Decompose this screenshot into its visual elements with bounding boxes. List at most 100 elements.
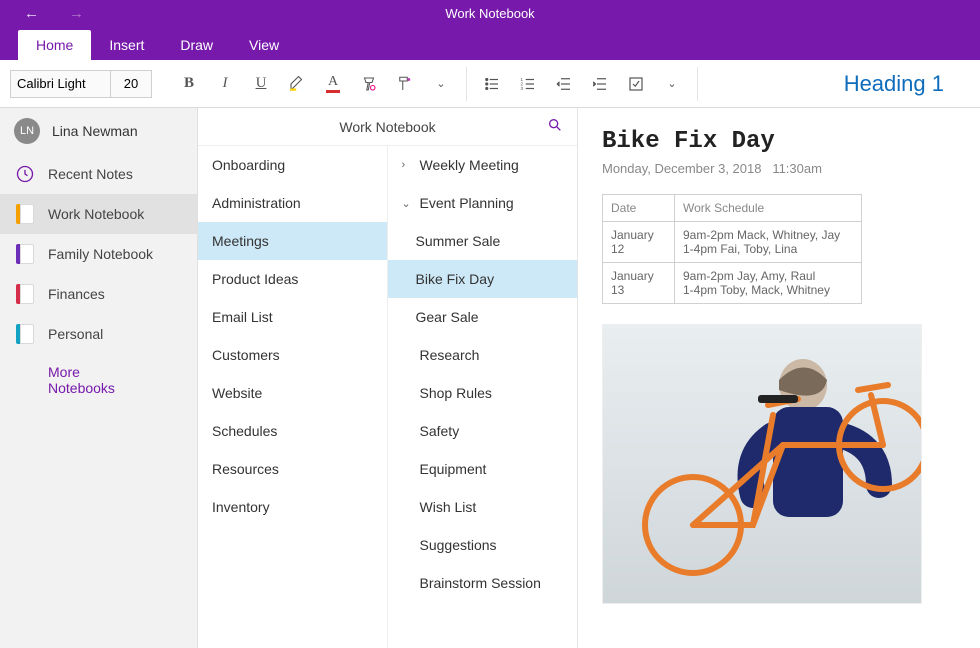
tab-draw[interactable]: Draw (162, 30, 231, 60)
page-item[interactable]: Wish List (388, 488, 578, 526)
underline-button[interactable]: U (250, 73, 272, 95)
sections-panel: Work Notebook Onboarding Administration Me… (198, 108, 578, 648)
notebook-icon (14, 323, 36, 345)
ribbon-tabs: Home Insert Draw View (0, 26, 980, 60)
embedded-image[interactable] (602, 324, 922, 604)
page-item[interactable]: › Weekly Meeting (388, 146, 578, 184)
section-label: Inventory (212, 499, 270, 515)
page-label: Wish List (420, 499, 477, 515)
table-header: Work Schedule (675, 195, 862, 222)
forward-arrow-icon[interactable]: → (69, 5, 84, 22)
section-item[interactable]: Website (198, 374, 387, 412)
notebook-family[interactable]: Family Notebook (0, 234, 197, 274)
numbered-list-button[interactable]: 123 (517, 73, 539, 95)
table-header: Date (603, 195, 675, 222)
section-label: Schedules (212, 423, 277, 439)
chevron-right-icon[interactable]: › (402, 159, 414, 171)
chevron-down-icon[interactable]: ⌄ (402, 197, 414, 210)
decrease-indent-button[interactable] (553, 73, 575, 95)
page-label: Bike Fix Day (416, 271, 495, 287)
page-label: Brainstorm Session (420, 575, 541, 591)
svg-text:3: 3 (521, 86, 524, 91)
page-label: Gear Sale (416, 309, 479, 325)
bold-button[interactable]: B (178, 73, 200, 95)
page-item[interactable]: Shop Rules (388, 374, 578, 412)
clear-formatting-button[interactable] (358, 73, 380, 95)
section-item[interactable]: Product Ideas (198, 260, 387, 298)
page-label: Shop Rules (420, 385, 492, 401)
style-heading-preview[interactable]: Heading 1 (830, 71, 958, 97)
section-item[interactable]: Administration (198, 184, 387, 222)
home-toolbar: B I U A ⌄ 123 ⌄ Headin (0, 60, 980, 108)
section-item[interactable]: Meetings (198, 222, 387, 260)
recent-notes-label: Recent Notes (48, 166, 133, 182)
page-item[interactable]: Bike Fix Day (388, 260, 578, 298)
page-canvas[interactable]: Bike Fix Day Monday, December 3, 2018 11… (578, 108, 980, 648)
section-label: Onboarding (212, 157, 285, 173)
section-label: Website (212, 385, 262, 401)
todo-tag-button[interactable] (625, 73, 647, 95)
page-label: Safety (420, 423, 460, 439)
notebook-icon (14, 283, 36, 305)
notebook-icon (14, 243, 36, 265)
section-item[interactable]: Onboarding (198, 146, 387, 184)
page-meta: Monday, December 3, 2018 11:30am (602, 161, 956, 176)
title-bar: ← → Work Notebook (0, 0, 980, 26)
avatar: LN (14, 118, 40, 144)
section-item[interactable]: Resources (198, 450, 387, 488)
page-item[interactable]: Safety (388, 412, 578, 450)
table-row[interactable]: January 12 9am-2pm Mack, Whitney, Jay1-4… (603, 222, 862, 263)
font-size-input[interactable] (110, 70, 152, 98)
sections-header: Work Notebook (198, 108, 577, 146)
tab-home[interactable]: Home (18, 30, 91, 60)
section-label: Administration (212, 195, 301, 211)
page-label: Research (420, 347, 480, 363)
section-label: Product Ideas (212, 271, 298, 287)
sections-list: Onboarding Administration Meetings Product … (198, 146, 388, 648)
font-color-button[interactable]: A (322, 73, 344, 95)
recent-notes-row[interactable]: Recent Notes (0, 154, 197, 194)
more-notebooks-link[interactable]: More Notebooks (0, 354, 197, 406)
page-label: Weekly Meeting (420, 157, 519, 173)
page-item[interactable]: Gear Sale (388, 298, 578, 336)
format-painter-button[interactable] (394, 73, 416, 95)
page-item[interactable]: Equipment (388, 450, 578, 488)
schedule-table[interactable]: Date Work Schedule January 12 9am-2pm Ma… (602, 194, 862, 304)
highlight-button[interactable] (286, 73, 308, 95)
page-item[interactable]: ⌄ Event Planning (388, 184, 578, 222)
pages-list: › Weekly Meeting ⌄ Event Planning Summer Sal… (388, 146, 578, 648)
notebook-personal[interactable]: Personal (0, 314, 197, 354)
bullet-list-button[interactable] (481, 73, 503, 95)
more-paragraph-dropdown[interactable]: ⌄ (661, 73, 683, 95)
window-title: Work Notebook (445, 6, 534, 21)
section-item[interactable]: Customers (198, 336, 387, 374)
notebook-sidebar: LN Lina Newman Recent Notes Work Noteboo… (0, 108, 198, 648)
search-icon[interactable] (547, 117, 563, 136)
back-arrow-icon[interactable]: ← (24, 5, 39, 22)
section-label: Resources (212, 461, 279, 477)
tab-view[interactable]: View (231, 30, 297, 60)
notebook-finances[interactable]: Finances (0, 274, 197, 314)
section-item[interactable]: Inventory (198, 488, 387, 526)
tab-insert[interactable]: Insert (91, 30, 162, 60)
page-item[interactable]: Suggestions (388, 526, 578, 564)
page-label: Summer Sale (416, 233, 501, 249)
section-label: Customers (212, 347, 280, 363)
font-name-input[interactable] (10, 70, 110, 98)
section-label: Email List (212, 309, 273, 325)
section-item[interactable]: Email List (198, 298, 387, 336)
user-account-row[interactable]: LN Lina Newman (0, 108, 197, 154)
notebook-work[interactable]: Work Notebook (0, 194, 197, 234)
user-name: Lina Newman (52, 123, 138, 139)
notebook-icon (14, 203, 36, 225)
more-formatting-dropdown[interactable]: ⌄ (430, 73, 452, 95)
table-row[interactable]: January 13 9am-2pm Jay, Amy, Raul1-4pm T… (603, 263, 862, 304)
page-label: Event Planning (420, 195, 514, 211)
section-item[interactable]: Schedules (198, 412, 387, 450)
page-item[interactable]: Brainstorm Session (388, 564, 578, 602)
italic-button[interactable]: I (214, 73, 236, 95)
page-title[interactable]: Bike Fix Day (602, 128, 956, 155)
page-item[interactable]: Summer Sale (388, 222, 578, 260)
increase-indent-button[interactable] (589, 73, 611, 95)
page-item[interactable]: Research (388, 336, 578, 374)
